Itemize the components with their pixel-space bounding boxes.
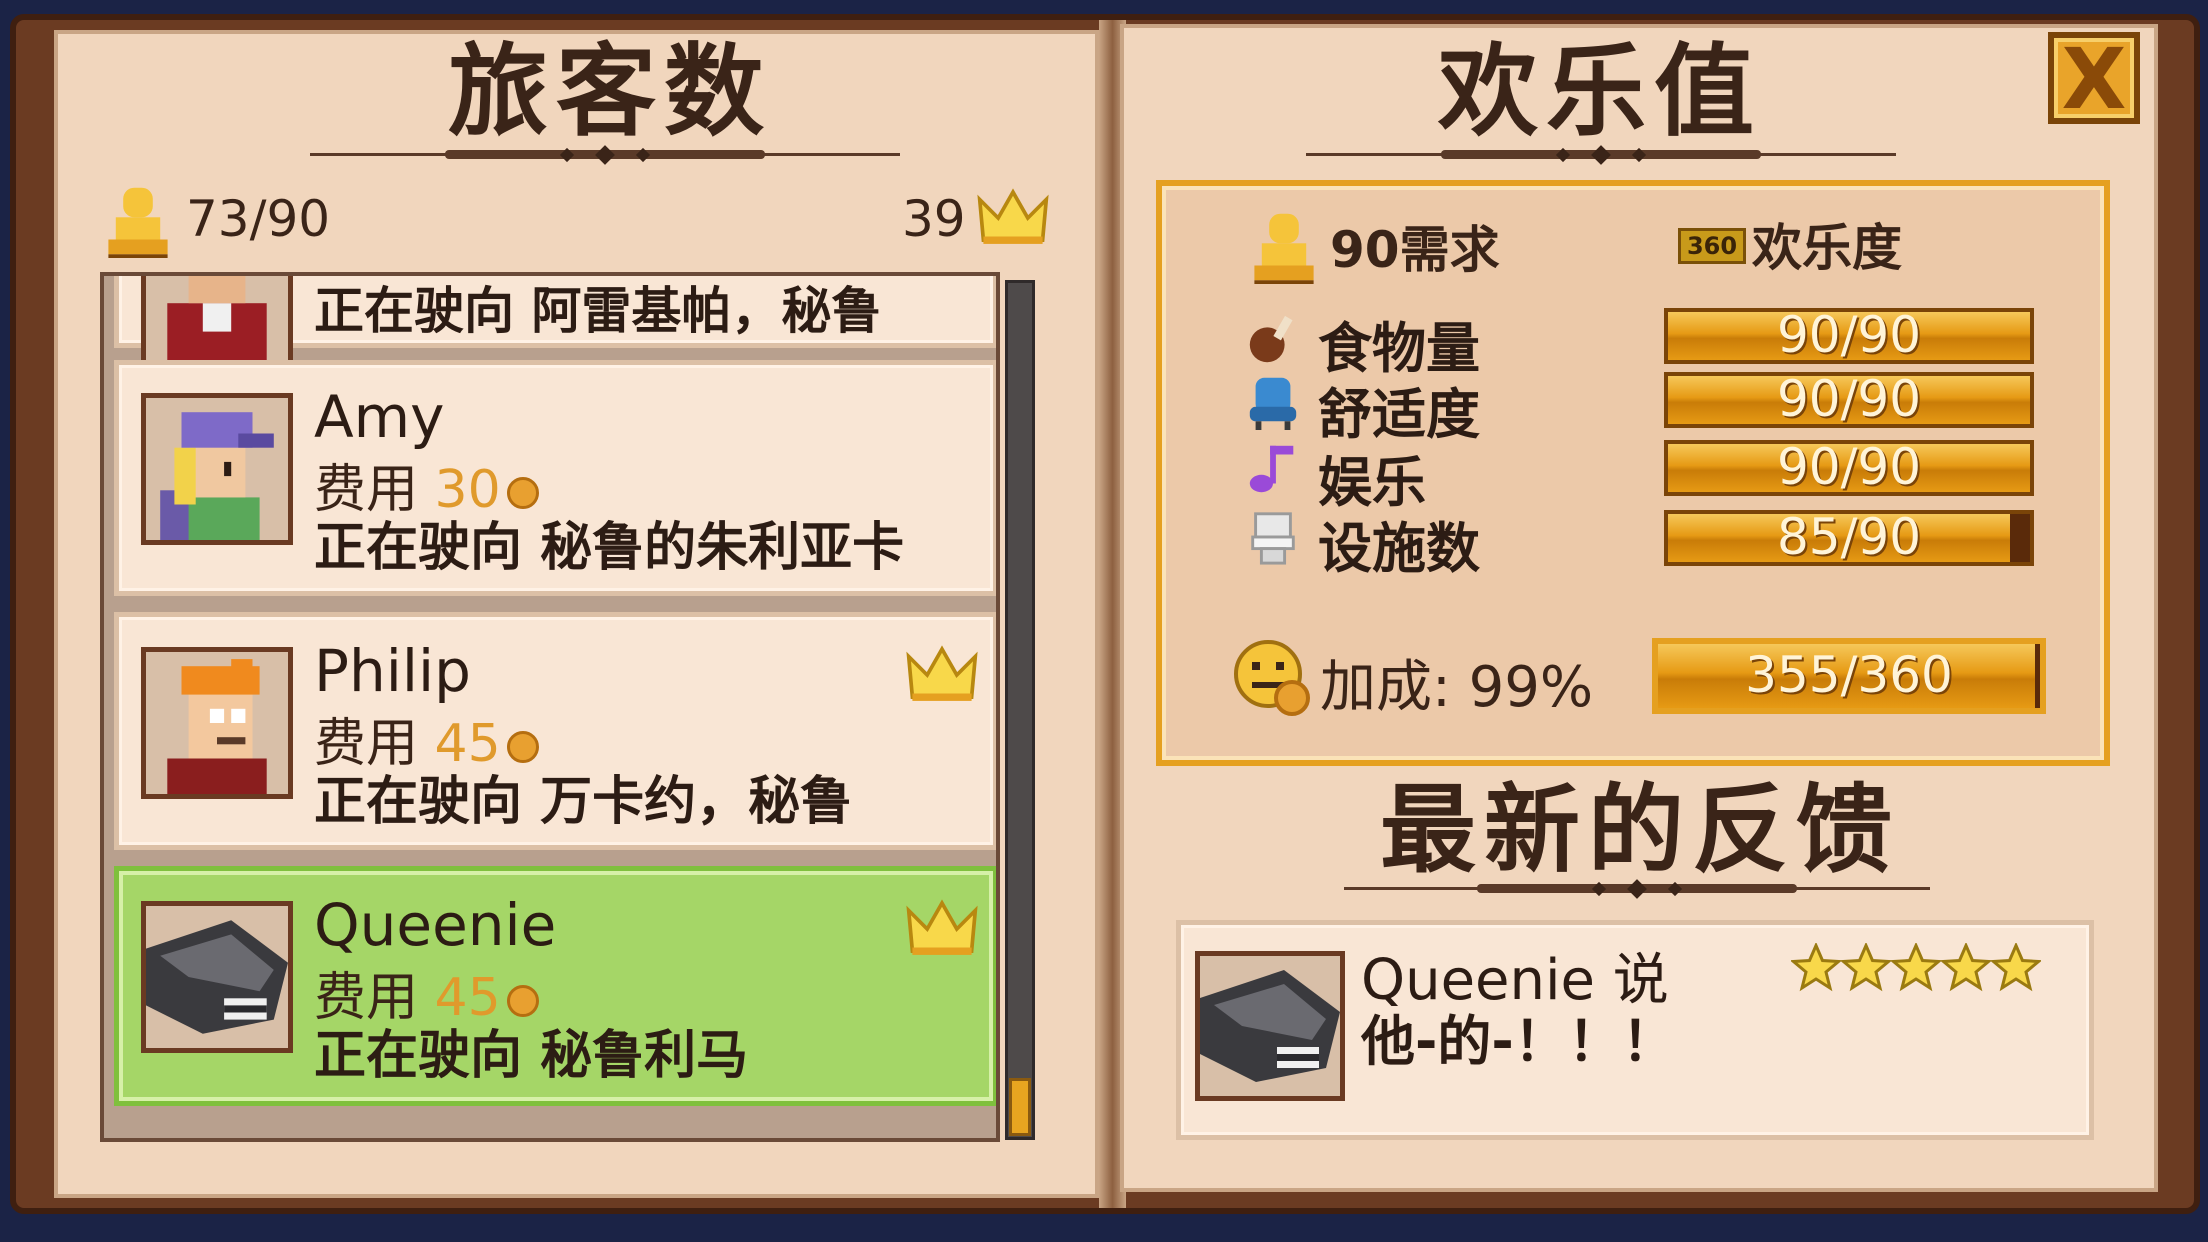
smiley-coin-icon xyxy=(1234,640,1310,716)
title-ornament xyxy=(1344,879,1930,899)
passenger-card[interactable]: Philip 费用 45 正在驶向 万卡约，秘鲁 xyxy=(114,612,996,850)
passenger-card-selected[interactable]: Queenie 费用 45 正在驶向 秘鲁利马 xyxy=(114,866,996,1106)
passenger-name: Philip xyxy=(314,637,471,705)
passenger-destination: 正在驶向 秘鲁利马 xyxy=(314,1026,749,1086)
vip-crown-icon xyxy=(906,645,978,701)
passenger-list[interactable]: 正在驶向 阿雷基帕，秘鲁 Amy 费用 30 正在驶向 秘鲁的朱利亚卡 Phil… xyxy=(100,272,1000,1142)
facilities-bar: 85/90 xyxy=(1664,510,2034,566)
passenger-portrait xyxy=(141,393,293,545)
bonus-bar: 355/360 xyxy=(1652,638,2046,714)
passengers-title: 旅客数 xyxy=(448,33,772,150)
close-button[interactable]: X xyxy=(2048,30,2140,128)
drumstick-icon xyxy=(1249,315,1293,363)
passenger-destination: 正在驶向 秘鲁的朱利亚卡 xyxy=(314,518,905,578)
crown-icon xyxy=(977,188,1049,244)
close-icon: X xyxy=(2061,30,2127,128)
passenger-name: Amy xyxy=(314,383,445,451)
bonus-value: 355/360 xyxy=(1745,646,1953,704)
happiness-label: 欢乐度 xyxy=(1752,219,1902,277)
food-value: 90/90 xyxy=(1776,308,1922,364)
facilities-value: 85/90 xyxy=(1776,510,1922,566)
title-ornament xyxy=(310,145,900,165)
passenger-card[interactable]: Amy 费用 30 正在驶向 秘鲁的朱利亚卡 xyxy=(114,360,996,596)
happiness-title: 欢乐值 xyxy=(1438,33,1762,150)
passenger-destination: 正在驶向 阿雷基帕，秘鲁 xyxy=(314,282,882,340)
star-icon xyxy=(1791,943,1841,992)
title-ornament xyxy=(1306,145,1896,165)
entertainment-bar: 90/90 xyxy=(1664,440,2034,496)
passenger-destination: 正在驶向 万卡约，秘鲁 xyxy=(314,772,853,832)
passenger-card[interactable]: 正在驶向 阿雷基帕，秘鲁 xyxy=(114,276,996,365)
food-bar: 90/90 xyxy=(1664,308,2034,364)
rating-stars xyxy=(1791,943,2081,999)
bonus-label: 加成: 99% xyxy=(1320,655,1594,720)
passenger-portrait xyxy=(141,901,293,1053)
feedback-text: 他-的-！！！ xyxy=(1361,1010,1676,1073)
passenger-icon xyxy=(1254,213,1314,284)
scrollbar-thumb[interactable] xyxy=(1009,1078,1031,1136)
star-icon xyxy=(1841,943,1891,992)
feedback-title: 最新的反馈 xyxy=(1380,774,1900,886)
music-note-icon xyxy=(1249,445,1294,493)
star-icon xyxy=(1891,943,1941,992)
feedback-portrait xyxy=(1195,951,1345,1101)
demand-label: 90需求 xyxy=(1330,221,1500,279)
passenger-portrait xyxy=(141,276,293,365)
passenger-name: Queenie xyxy=(314,891,557,959)
star-icon xyxy=(1991,943,2041,992)
toilet-icon xyxy=(1251,512,1295,565)
passenger-count: 73/90 xyxy=(186,190,331,248)
comfort-bar: 90/90 xyxy=(1664,372,2034,428)
entertainment-value: 90/90 xyxy=(1776,440,1922,496)
passenger-portrait xyxy=(141,647,293,799)
comfort-value: 90/90 xyxy=(1776,372,1922,428)
facilities-label: 设施数 xyxy=(1318,517,1480,580)
feedback-card: Queenie 说 他-的-！！！ xyxy=(1176,920,2094,1140)
vip-crown-icon xyxy=(906,899,978,955)
seat-icon xyxy=(1249,377,1297,430)
star-icon xyxy=(1941,943,1991,992)
vip-count: 39 xyxy=(902,190,966,248)
passenger-list-scrollbar[interactable] xyxy=(1005,280,1035,1140)
happiness-badge: 360 xyxy=(1678,228,1746,264)
passenger-icon xyxy=(108,187,168,258)
